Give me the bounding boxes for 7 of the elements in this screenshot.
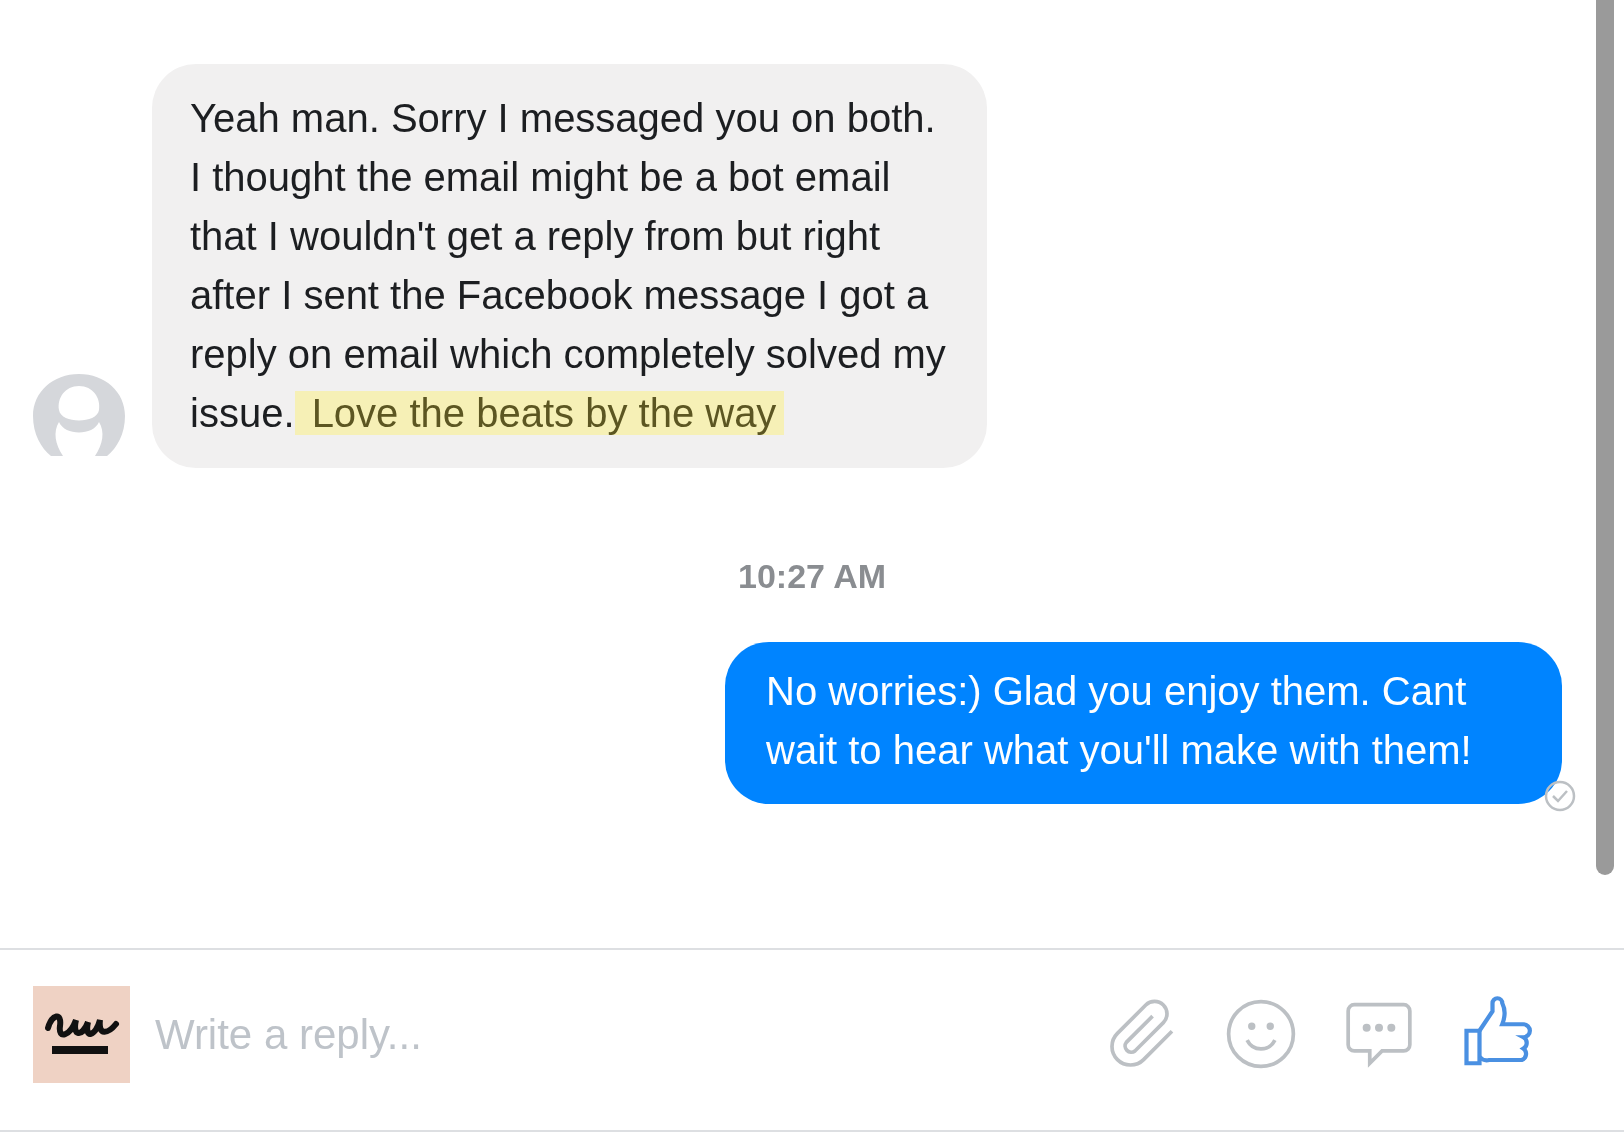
outgoing-message-bubble: No worries:) Glad you enjoy them. Cant wait to hear what you'll make with them! — [725, 642, 1562, 804]
timestamp: 10:27 AM — [738, 556, 886, 597]
reply-input-field[interactable]: Write a reply... — [155, 1002, 1106, 1066]
avatar-silhouette-icon — [33, 374, 125, 456]
smiley-icon[interactable] — [1224, 997, 1298, 1071]
incoming-message-bubble: Yeah man. Sorry I messaged you on both. I thought the email might be a bot email that I wouldn't get a reply from but right after I sent the Facebook message I got a reply on email which completely solved my issue. Love the beats by the way — [152, 64, 987, 468]
scrollbar-thumb[interactable] — [1596, 0, 1614, 875]
